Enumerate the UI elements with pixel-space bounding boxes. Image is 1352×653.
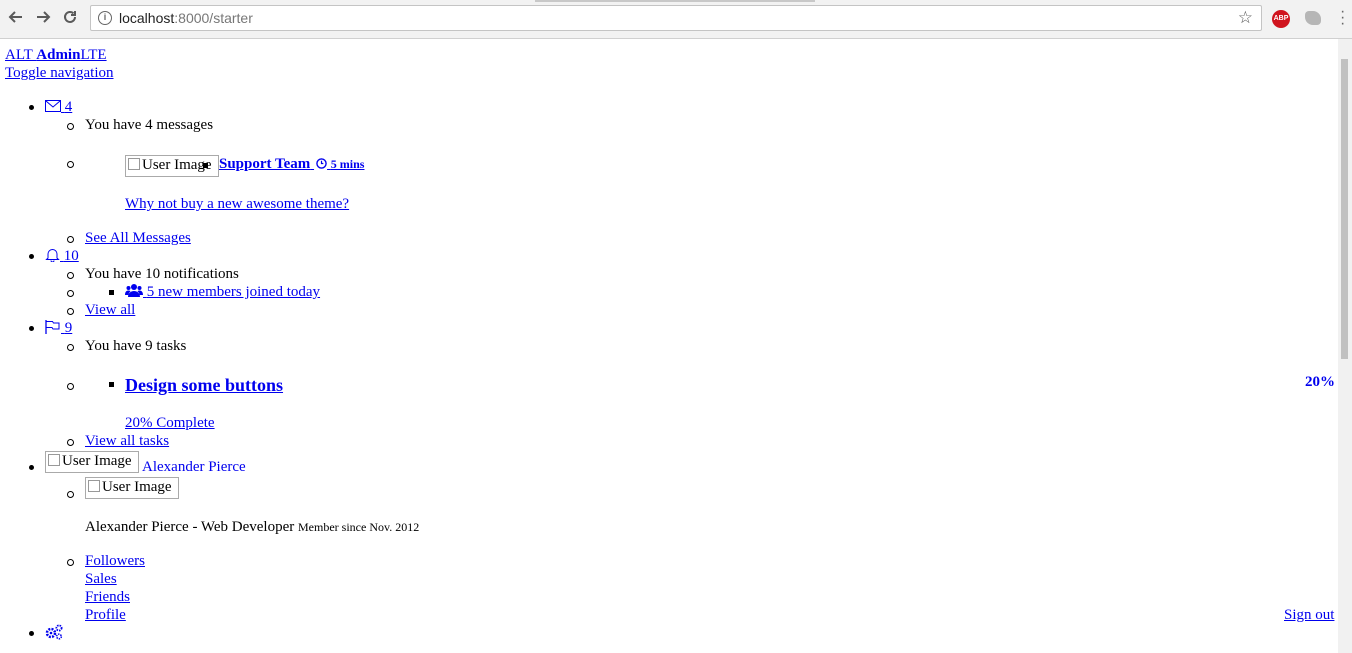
messages-dropdown[interactable]: 4: [45, 98, 72, 116]
task-percent: 20%: [1305, 374, 1335, 390]
list-bullet: [109, 290, 114, 295]
extension-icon[interactable]: [1305, 11, 1321, 25]
list-bullet: [203, 163, 208, 168]
forward-button[interactable]: [32, 8, 54, 30]
gears-icon: [45, 624, 63, 640]
envelope-icon: [45, 100, 61, 112]
browser-toolbar: i localhost:8000/starter ☆ ABP · · ·: [0, 0, 1352, 39]
flag-icon: [45, 320, 60, 334]
task-title-link[interactable]: Design some buttons: [125, 374, 283, 396]
user-name: Alexander Pierce: [142, 459, 246, 475]
page-scrollbar[interactable]: [1338, 39, 1352, 653]
list-bullet: [109, 382, 114, 387]
list-bullet: [67, 344, 74, 351]
info-icon[interactable]: i: [98, 11, 112, 25]
task-complete-link[interactable]: 20% Complete: [125, 414, 215, 432]
user-title: Alexander Pierce - Web Developer: [85, 519, 295, 535]
sign-out-button[interactable]: Sign out: [1284, 606, 1334, 624]
view-all-notifications-link[interactable]: View all: [85, 301, 135, 319]
see-all-messages-link[interactable]: See All Messages: [85, 229, 191, 247]
friends-link[interactable]: Friends: [85, 588, 130, 606]
list-bullet: [29, 254, 34, 259]
list-bullet: [67, 123, 74, 130]
list-bullet: [67, 236, 74, 243]
list-bullet: [67, 161, 74, 168]
page-content: ALT AdminLTE Toggle navigation 4 You hav…: [0, 39, 1338, 653]
control-sidebar-toggle[interactable]: [45, 624, 63, 645]
address-bar[interactable]: i localhost:8000/starter ☆: [90, 5, 1262, 31]
list-bullet: [67, 290, 74, 297]
followers-link[interactable]: Followers: [85, 552, 145, 570]
user-panel-image: User Image: [85, 477, 179, 499]
list-bullet: [67, 559, 74, 566]
sales-link[interactable]: Sales: [85, 570, 117, 588]
url-text[interactable]: localhost:8000/starter: [119, 10, 253, 26]
messages-header: You have 4 messages: [85, 117, 214, 133]
tab-strip-edge: [535, 0, 815, 2]
list-bullet: [67, 439, 74, 446]
menu-kebab-icon[interactable]: · · ·: [1340, 4, 1345, 32]
profile-button[interactable]: Profile: [85, 606, 126, 624]
notification-item-link[interactable]: 5 new members joined today: [125, 283, 320, 301]
message-time: 5 mins: [330, 157, 365, 171]
tasks-count: 9: [64, 320, 73, 336]
scrollbar-thumb[interactable]: [1341, 59, 1348, 359]
user-avatar-image: User Image: [45, 451, 139, 473]
users-icon: [125, 284, 143, 297]
list-bullet: [29, 105, 34, 110]
list-bullet: [67, 491, 74, 498]
message-text-link[interactable]: Why not buy a new awesome theme?: [125, 195, 349, 213]
list-bullet: [29, 465, 34, 470]
clock-icon: [316, 158, 327, 169]
view-all-tasks-link[interactable]: View all tasks: [85, 432, 169, 450]
list-bullet: [29, 326, 34, 331]
adblock-extension-icon[interactable]: ABP: [1272, 10, 1290, 28]
message-sender-link[interactable]: Support Team 5 mins: [219, 155, 364, 173]
messages-count: 4: [64, 99, 73, 115]
back-arrow-icon: [8, 11, 22, 23]
bell-icon: [45, 249, 60, 263]
bookmark-star-icon[interactable]: ☆: [1238, 8, 1253, 28]
notifications-header: You have 10 notifications: [85, 266, 239, 282]
reload-icon: [64, 10, 76, 23]
list-bullet: [67, 308, 74, 315]
forward-arrow-icon: [37, 11, 51, 23]
user-panel-info: Alexander Pierce - Web Developer Member …: [85, 518, 419, 536]
list-bullet: [67, 272, 74, 279]
member-since: Member since Nov. 2012: [298, 520, 420, 534]
logo-link[interactable]: ALT AdminLTE: [5, 46, 107, 64]
notifications-dropdown[interactable]: 10: [45, 247, 79, 265]
reload-button[interactable]: [59, 8, 81, 30]
list-bullet: [67, 383, 74, 390]
sidebar-toggle[interactable]: Toggle navigation: [5, 64, 114, 82]
list-bullet: [29, 631, 34, 636]
tasks-header: You have 9 tasks: [85, 338, 187, 354]
tasks-dropdown[interactable]: 9: [45, 319, 72, 337]
notifications-count: 10: [63, 248, 79, 264]
back-button[interactable]: [5, 8, 27, 30]
